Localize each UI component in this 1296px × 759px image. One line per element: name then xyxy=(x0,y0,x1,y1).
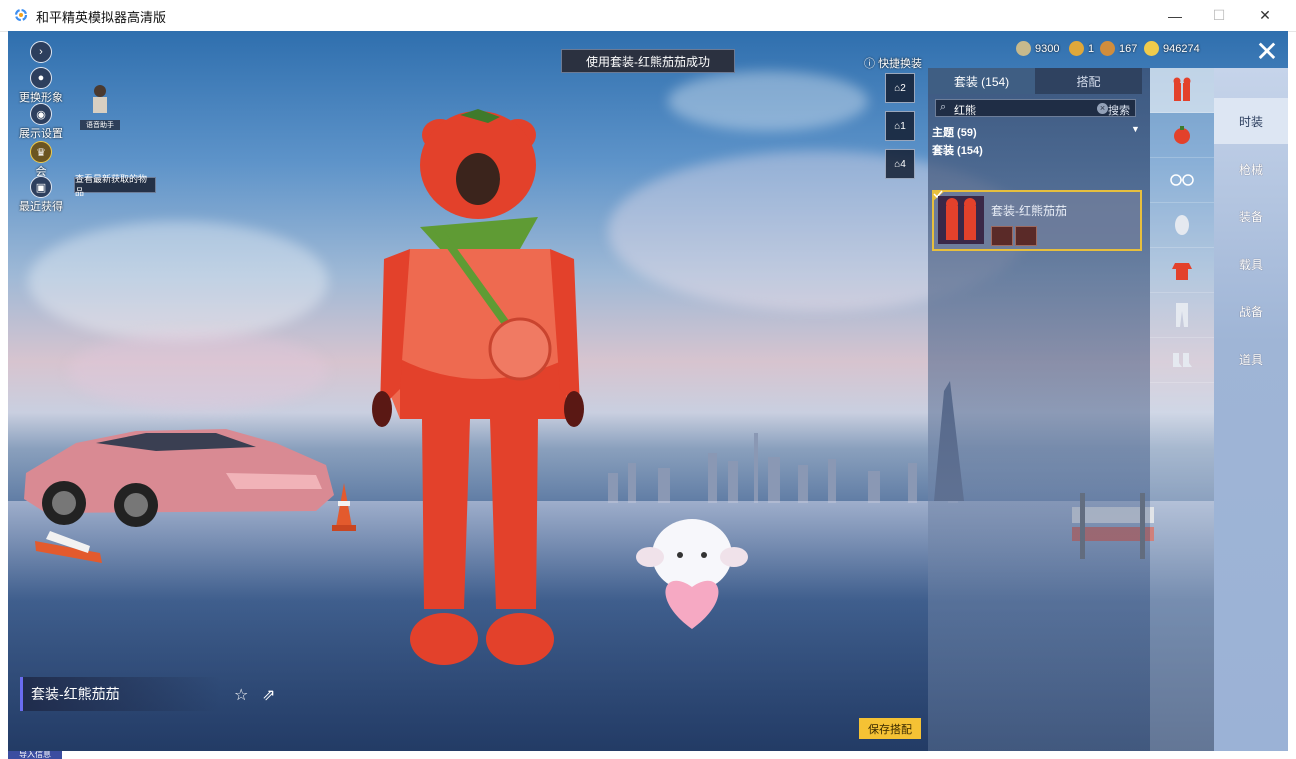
search-value: 红熊 xyxy=(954,105,976,117)
cloud xyxy=(68,331,328,411)
menu-combat-gear[interactable]: 战备 xyxy=(1214,288,1288,334)
minimize-button[interactable]: — xyxy=(1152,0,1198,31)
currency-silver: 9300 xyxy=(1016,41,1059,56)
voice-assistant-button[interactable]: 语音助手 xyxy=(80,83,120,130)
tab-suits[interactable]: 套装 (154) xyxy=(928,68,1035,94)
game-viewport[interactable]: › ● 更换形象 ◉ 展示设置 ♛ 会 ▣ 最近获得 语音助手 查看最新获取的物… xyxy=(8,31,1288,751)
tab-combos[interactable]: 搭配 xyxy=(1035,68,1142,94)
currency-badge: 1 xyxy=(1069,41,1094,56)
outfit-thumbnail-icon xyxy=(1015,226,1037,246)
top-icon[interactable] xyxy=(1150,248,1214,293)
display-settings-button[interactable]: ◉ 展示设置 xyxy=(16,103,66,141)
gold-coin-icon xyxy=(1144,41,1159,56)
currency-gold: 946274 xyxy=(1144,41,1200,56)
share-icon[interactable]: ⇗ xyxy=(262,685,275,705)
vip-crown-icon: ♛ xyxy=(30,141,52,163)
save-outfit-button[interactable]: 保存搭配 xyxy=(859,718,921,739)
wardrobe-panel: 套装 (154) 搭配 ⌕ 红熊 × 搜索 主题 (59) ▼ 套装 (154)… xyxy=(928,68,1150,751)
suit-thumbnail xyxy=(938,196,984,244)
menu-equipment[interactable]: 装备 xyxy=(1214,193,1288,239)
silver-coin-icon xyxy=(1016,41,1031,56)
maximize-button[interactable]: ☐ xyxy=(1196,0,1242,31)
window-title: 和平精英模拟器高清版 xyxy=(36,10,167,25)
recent-items-tooltip: 查看最新获取的物品 xyxy=(74,174,156,197)
suit-icon[interactable] xyxy=(1150,68,1214,113)
quick-slot[interactable]: ⌂ 2 xyxy=(885,73,915,103)
window-close-button[interactable]: ✕ xyxy=(1242,0,1288,31)
change-look-button[interactable]: ● 更换形象 xyxy=(16,67,66,105)
pants-icon[interactable] xyxy=(1150,293,1214,338)
gift-icon: ▣ xyxy=(30,176,52,198)
status-tab[interactable]: 导入信息 xyxy=(8,751,62,759)
dropdown-arrow-icon[interactable]: ▼ xyxy=(1131,124,1140,134)
eye-icon: ◉ xyxy=(30,103,52,125)
app-logo-icon xyxy=(14,8,28,22)
vip-button[interactable]: ♛ 会 xyxy=(16,141,66,179)
pet-bunny xyxy=(636,519,748,629)
category-icon-strip xyxy=(1150,68,1214,751)
cloud xyxy=(668,71,868,131)
bronze-coin-icon xyxy=(1100,41,1115,56)
assistant-avatar-icon xyxy=(93,85,107,113)
currency-bronze: 167 xyxy=(1100,41,1137,56)
person-icon: ● xyxy=(30,67,52,89)
clear-search-icon[interactable]: × xyxy=(1097,103,1108,114)
close-wardrobe-button[interactable]: ✕ xyxy=(1252,38,1282,67)
search-icon: ⌕ xyxy=(940,101,947,113)
suit-category[interactable]: 套装 (154) xyxy=(932,142,983,158)
traffic-cone xyxy=(332,483,356,531)
character-tomato-bear xyxy=(372,109,584,665)
quick-change-label[interactable]: ⓘ 快捷换装 xyxy=(864,55,922,71)
favorite-icon[interactable]: ☆ xyxy=(234,685,248,705)
headwear-icon[interactable] xyxy=(1150,113,1214,158)
play-arrow-icon: › xyxy=(30,41,52,63)
search-input[interactable]: ⌕ 红熊 × 搜索 xyxy=(935,99,1136,117)
suit-thumbnail-icon xyxy=(946,198,976,240)
menu-vehicles[interactable]: 载具 xyxy=(1214,241,1288,287)
display-settings-label: 展示设置 xyxy=(19,128,63,140)
menu-weapons[interactable]: 枪械 xyxy=(1214,146,1288,192)
quick-slot[interactable]: ⌂ 4 xyxy=(885,149,915,179)
help-icon: ⓘ xyxy=(864,58,875,70)
menu-fashion[interactable]: 时装 xyxy=(1214,98,1288,144)
main-category-menu: 时装 枪械 装备 载具 战备 道具 xyxy=(1214,68,1288,751)
current-outfit-name: 套装-红熊茄茄 xyxy=(20,677,220,711)
recent-items-button[interactable]: ▣ 最近获得 xyxy=(16,176,66,214)
accessory-thumbnail-icon xyxy=(991,226,1013,246)
search-result-item[interactable]: 套装-红熊茄茄 xyxy=(932,190,1142,251)
expand-menu-button[interactable]: › xyxy=(16,41,66,63)
menu-props[interactable]: 道具 xyxy=(1214,336,1288,382)
quick-slot[interactable]: ⌂ 1 xyxy=(885,111,915,141)
result-name: 套装-红熊茄茄 xyxy=(991,204,1067,218)
recent-label: 最近获得 xyxy=(19,201,63,213)
traffic-cone xyxy=(35,531,102,563)
mask-icon[interactable] xyxy=(1150,203,1214,248)
badge-coin-icon xyxy=(1069,41,1084,56)
voice-assistant-label: 语音助手 xyxy=(80,120,120,130)
success-banner: 使用套装-红熊茄茄成功 xyxy=(561,49,735,73)
cloud xyxy=(28,221,328,341)
glasses-icon[interactable] xyxy=(1150,158,1214,203)
window-titlebar: 和平精英模拟器高清版 — ☐ ✕ xyxy=(0,0,1296,32)
theme-category[interactable]: 主题 (59) xyxy=(932,124,977,140)
search-button[interactable]: 搜索 xyxy=(1108,102,1130,118)
shoes-icon[interactable] xyxy=(1150,338,1214,383)
